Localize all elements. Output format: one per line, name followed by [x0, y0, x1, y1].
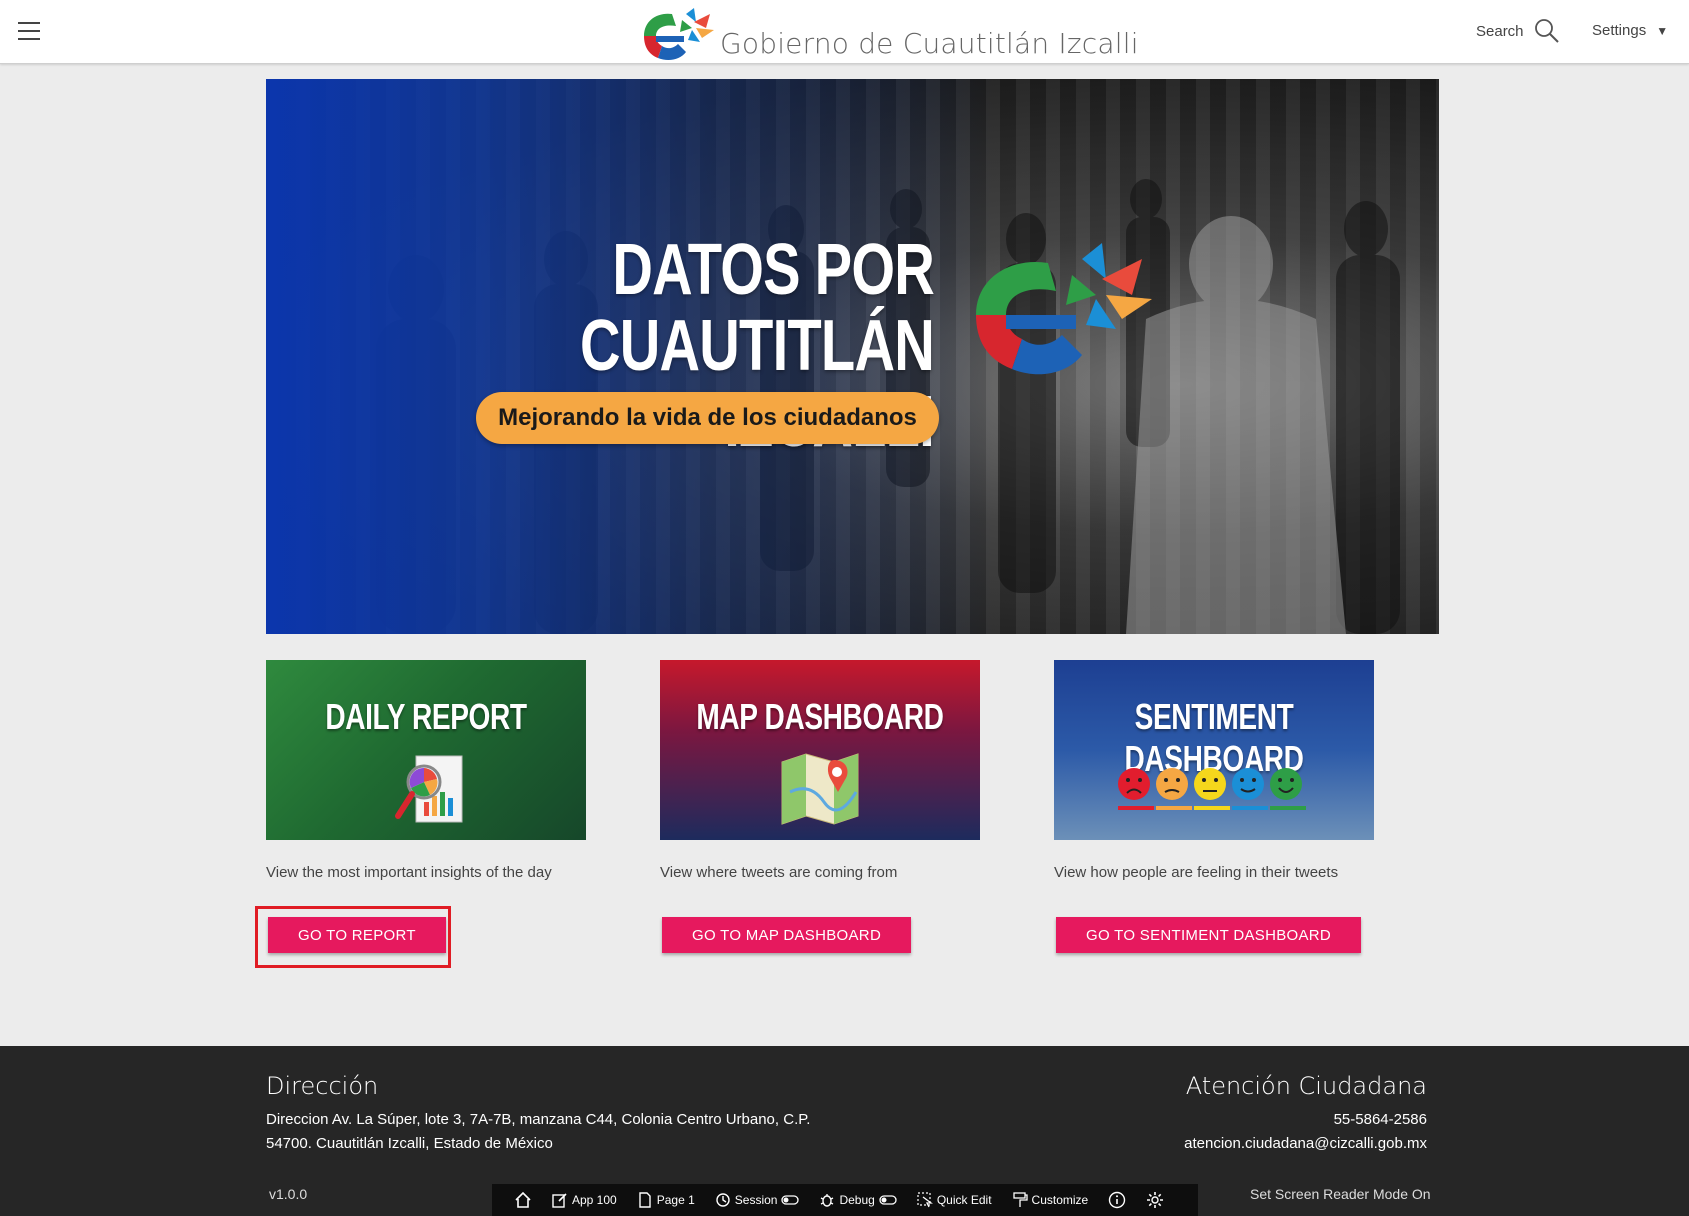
search-icon — [1534, 19, 1559, 43]
developer-toolbar: App 100 Page 1 Session Debug Quick Edit … — [492, 1184, 1198, 1216]
settings-button[interactable] — [1136, 1184, 1174, 1216]
card-map-dashboard: MAP DASHBOARD View where tweets are comi… — [660, 660, 980, 953]
footer-address-line1: Direccion Av. La Súper, lote 3, 7A-7B, m… — [266, 1111, 811, 1128]
page-button[interactable]: Page 1 — [627, 1184, 705, 1216]
go-to-map-dashboard-button[interactable]: GO TO MAP DASHBOARD — [662, 917, 912, 953]
card-description: View the most important insights of the … — [266, 864, 552, 881]
session-button[interactable]: Session — [705, 1184, 810, 1216]
settings-label: Settings — [1592, 22, 1647, 39]
go-to-report-button[interactable]: GO TO REPORT — [268, 917, 446, 953]
top-app-bar: Gobierno de Cuautitlán Izcalli Search Se… — [0, 0, 1689, 64]
municipal-logo-icon — [976, 243, 1152, 375]
home-button[interactable] — [504, 1184, 542, 1216]
debug-label: Debug — [839, 1193, 875, 1207]
gear-icon — [1147, 1192, 1164, 1208]
home-icon — [515, 1191, 531, 1208]
paint-roller-icon — [1012, 1192, 1028, 1207]
footer-contact-heading: Atención Ciudadana — [1185, 1072, 1427, 1100]
hero-banner: DATOS POR CUAUTITLÁN IZCALLI Mejorando l… — [266, 79, 1439, 634]
footer-contact-block: Atención Ciudadana 55-5864-2586 atencion… — [1184, 1072, 1427, 1156]
page-edit-icon — [639, 1192, 651, 1208]
hero-title-line1: DATOS POR — [612, 230, 934, 310]
chevron-down-icon: ▼ — [1656, 23, 1669, 38]
app-button[interactable]: App 100 — [542, 1184, 627, 1216]
app-title: Gobierno de Cuautitlán Izcalli — [720, 27, 1139, 60]
card-title: DAILY REPORT — [325, 696, 527, 737]
info-button[interactable] — [1098, 1184, 1136, 1216]
edit-icon — [552, 1193, 567, 1208]
footer-email[interactable]: atencion.ciudadana@cizcalli.gob.mx — [1184, 1132, 1427, 1156]
card-sentiment-dashboard: SENTIMENT DASHBOARD View how people are … — [1054, 660, 1374, 953]
customize-label: Customize — [1031, 1193, 1089, 1207]
map-icon — [781, 753, 859, 825]
toggle-icon — [781, 1195, 800, 1205]
brand[interactable]: Gobierno de Cuautitlán Izcalli — [636, 4, 1139, 62]
page-label: Page 1 — [656, 1193, 695, 1207]
footer-address-line2: 54700. Cuautitlán Izcalli, Estado de Méx… — [266, 1135, 553, 1152]
cursor-select-icon — [917, 1192, 933, 1208]
menu-icon[interactable] — [18, 22, 40, 40]
session-icon — [716, 1193, 730, 1207]
search-label: Search — [1476, 22, 1524, 40]
search-button[interactable]: Search — [1476, 18, 1560, 44]
card-title: MAP DASHBOARD — [696, 696, 944, 737]
session-label: Session — [734, 1193, 778, 1207]
bug-icon — [821, 1194, 834, 1207]
quick-edit-button[interactable]: Quick Edit — [907, 1184, 1002, 1216]
map-dashboard-banner: MAP DASHBOARD — [660, 660, 980, 840]
footer-address-heading: Dirección — [266, 1072, 379, 1100]
info-icon — [1109, 1191, 1126, 1209]
daily-report-banner: DAILY REPORT — [266, 660, 586, 840]
settings-menu[interactable]: Settings ▼ — [1592, 22, 1668, 39]
footer-phone: 55-5864-2586 — [1333, 1111, 1427, 1128]
report-magnifier-icon — [395, 755, 463, 823]
card-description: View how people are feeling in their twe… — [1054, 864, 1339, 881]
debug-button[interactable]: Debug — [809, 1184, 906, 1216]
go-to-sentiment-dashboard-button[interactable]: GO TO SENTIMENT DASHBOARD — [1056, 917, 1362, 953]
hero-tagline-pill: Mejorando la vida de los ciudadanos — [476, 392, 939, 444]
app-label: App 100 — [572, 1193, 617, 1207]
card-daily-report: DAILY REPORT View the most important ins… — [266, 660, 586, 953]
card-description: View where tweets are coming from — [660, 864, 898, 881]
customize-button[interactable]: Customize — [1002, 1184, 1099, 1216]
quick-edit-label: Quick Edit — [936, 1193, 992, 1207]
footer-address-block: Dirección Direccion Av. La Súper, lote 3… — [266, 1072, 810, 1156]
sentiment-faces-icon — [1118, 768, 1306, 810]
app-version: v1.0.0 — [269, 1186, 308, 1202]
toggle-icon — [879, 1195, 897, 1205]
screen-reader-toggle-link[interactable]: Set Screen Reader Mode On — [1250, 1186, 1431, 1202]
sentiment-dashboard-banner: SENTIMENT DASHBOARD — [1054, 660, 1374, 840]
municipal-logo-icon — [644, 8, 714, 60]
